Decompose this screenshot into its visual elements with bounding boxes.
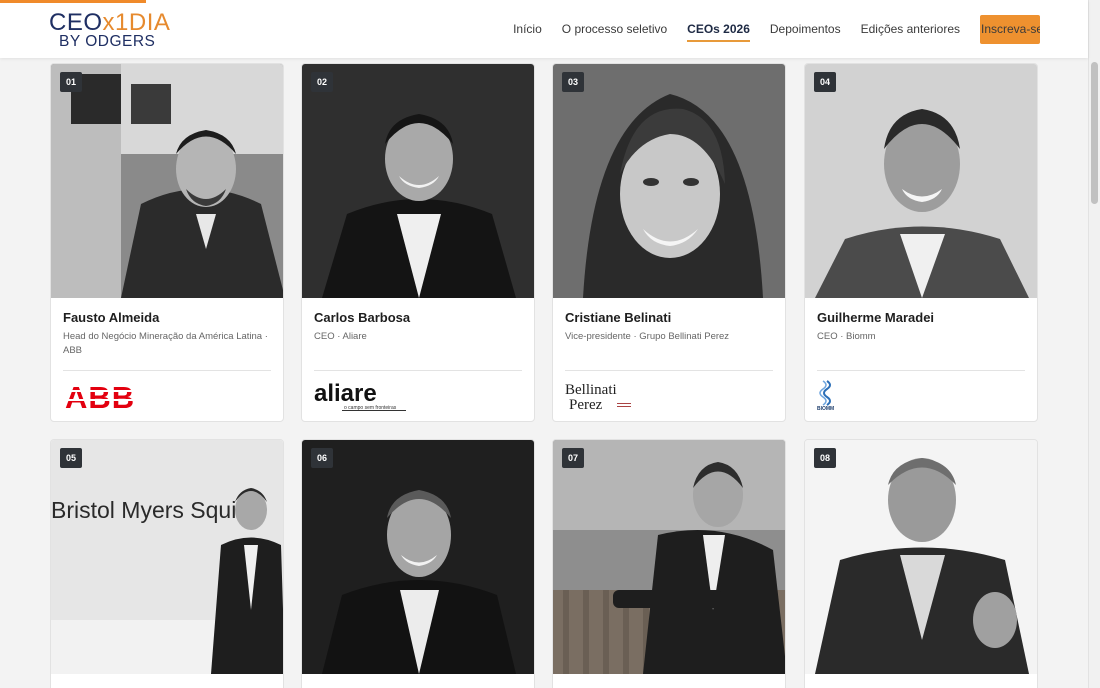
- ceo-photo: 08: [805, 440, 1037, 674]
- logo-sub-text: BY ODGERS: [59, 33, 156, 50]
- ceo-card-04[interactable]: 04 Guilherme Maradei CEO · Biomm BIOMM: [804, 63, 1038, 422]
- aliare-logo: aliare o campo sem fronteiras: [314, 371, 522, 421]
- ceo-card-07[interactable]: 07: [552, 439, 786, 688]
- ceo-photo: 02: [302, 64, 534, 298]
- logo-accent-text: x1DIA: [102, 9, 171, 36]
- aliare-logo-text: aliare: [314, 380, 377, 407]
- ceo-photo: 07: [553, 440, 785, 674]
- ceo-role: CEO · Aliare: [314, 331, 367, 342]
- ceo-name: Carlos Barbosa: [314, 310, 411, 325]
- ceo-photo-image: [553, 440, 785, 674]
- ceo-photo: 01: [51, 64, 283, 298]
- nav-ceos-2026[interactable]: CEOs 2026: [687, 22, 750, 42]
- nav-edicoes-anteriores[interactable]: Edições anteriores: [861, 22, 960, 36]
- abb-logo-text: ABB: [65, 380, 135, 412]
- ceo-card-06[interactable]: 06: [301, 439, 535, 688]
- ceo-role: CEO · Biomm: [817, 331, 876, 342]
- ceo-number-badge: 04: [814, 72, 837, 92]
- ceo-number-badge: 08: [814, 448, 837, 468]
- ceo-number-badge: 03: [562, 72, 585, 92]
- scrollbar-thumb[interactable]: [1091, 62, 1098, 204]
- ceo-number-badge: 05: [60, 448, 83, 468]
- biomm-logo-text: BIOMM: [817, 406, 834, 412]
- ceo-photo-image: [805, 64, 1037, 298]
- ceo-photo-image: [302, 440, 534, 674]
- ceo-number-badge: 01: [60, 72, 83, 92]
- page-scrollbar[interactable]: [1088, 0, 1100, 688]
- site-header: CEOx1DIA BY ODGERS Início O processo sel…: [0, 0, 1088, 58]
- ceo-name: Guilherme Maradei: [817, 310, 935, 325]
- ceo-card-03[interactable]: 03 Cristiane Belinati Vice-presidente · …: [552, 63, 786, 422]
- ceo-photo: 06: [302, 440, 534, 674]
- ceo-photo-image: Bristol Myers Squibb: [51, 440, 283, 674]
- bellinati-logo-text: Bellinati: [565, 382, 617, 398]
- ceo-number-badge: 02: [311, 72, 334, 92]
- ceo-name: Fausto Almeida: [63, 310, 160, 325]
- perez-logo-text: Perez: [569, 397, 603, 413]
- ceo-card-05[interactable]: 05 Bristol Myers Squibb: [50, 439, 284, 688]
- ceo-photo: 04: [805, 64, 1037, 298]
- ceo-photo: 03: [553, 64, 785, 298]
- main-nav: Início O processo seletivo CEOs 2026 Dep…: [513, 14, 1040, 44]
- ceo-role: Vice-presidente · Grupo Bellinati Perez: [565, 331, 730, 342]
- ceo-photo-image: [553, 64, 785, 298]
- ceo-photo-image: [302, 64, 534, 298]
- ceo-number-badge: 07: [562, 448, 585, 468]
- ceo-card-08[interactable]: 08: [804, 439, 1038, 688]
- nav-depoimentos[interactable]: Depoimentos: [770, 22, 841, 36]
- site-logo[interactable]: CEOx1DIA BY ODGERS: [49, 9, 171, 50]
- ceo-card-01[interactable]: 01 Fausto Almeida Head do Negócio Minera…: [50, 63, 284, 422]
- ceo-card-02[interactable]: 02 Carlos Barbosa CEO · Aliare aliare o …: [301, 63, 535, 422]
- bms-wall-text: Bristol Myers Squibb: [51, 497, 262, 523]
- ceo-photo: 05 Bristol Myers Squibb: [51, 440, 283, 674]
- ceo-name: Cristiane Belinati: [565, 310, 672, 325]
- ceo-photo-image: [51, 64, 283, 298]
- logo-main-text: CEO: [49, 9, 103, 36]
- biomm-logo: BIOMM: [817, 371, 1025, 421]
- ceo-number-badge: 06: [311, 448, 334, 468]
- abb-logo: ABB: [63, 371, 271, 421]
- nav-processo-seletivo[interactable]: O processo seletivo: [562, 22, 667, 36]
- top-accent-bar: [0, 0, 146, 3]
- nav-inicio[interactable]: Início: [513, 22, 542, 36]
- ceo-photo-image: [805, 440, 1037, 674]
- page: CEOx1DIA BY ODGERS Início O processo sel…: [0, 0, 1100, 688]
- signup-button[interactable]: Inscreva-se: [980, 14, 1040, 44]
- ceo-role: Head do Negócio Mineração da América Lat…: [63, 331, 268, 356]
- bellinati-perez-logo: Bellinati Perez: [565, 371, 773, 421]
